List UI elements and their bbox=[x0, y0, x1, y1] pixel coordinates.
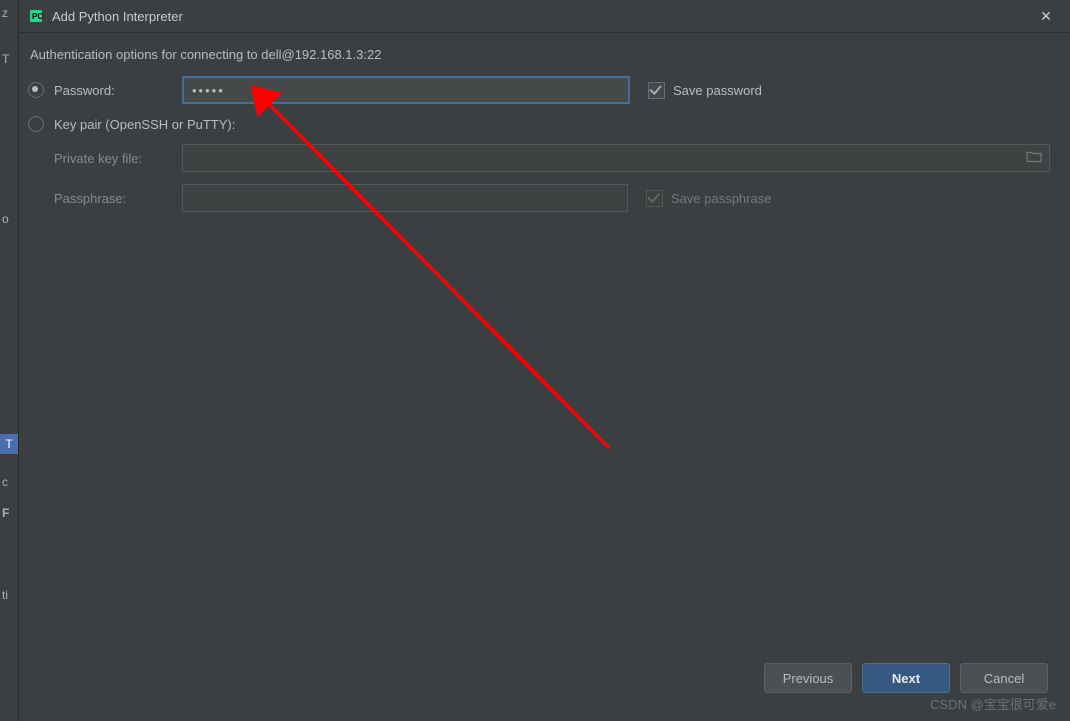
save-password-label: Save password bbox=[673, 83, 762, 98]
save-password-checkbox[interactable] bbox=[648, 82, 665, 99]
keypair-fields: Private key file: Passphrase: Save passp… bbox=[28, 144, 1050, 212]
dialog-title: Add Python Interpreter bbox=[52, 9, 1032, 24]
watermark: CSDN @宝宝很可爱e bbox=[930, 694, 1056, 713]
button-bar: Previous Next Cancel bbox=[764, 663, 1048, 693]
bg-selected: T bbox=[0, 434, 18, 454]
password-input[interactable] bbox=[182, 76, 630, 104]
folder-icon bbox=[1026, 150, 1042, 167]
password-radio[interactable] bbox=[28, 82, 44, 98]
cancel-button[interactable]: Cancel bbox=[960, 663, 1048, 693]
previous-button[interactable]: Previous bbox=[764, 663, 852, 693]
private-key-input bbox=[182, 144, 1050, 172]
bg-char: c bbox=[2, 475, 8, 489]
password-row: Password: Save password bbox=[28, 76, 1050, 104]
passphrase-row: Passphrase: Save passphrase bbox=[54, 184, 1050, 212]
bg-char: ti bbox=[2, 588, 8, 602]
background-strip: z T o T c F ti bbox=[0, 0, 19, 721]
svg-text:PC: PC bbox=[32, 12, 43, 21]
bg-char: o bbox=[2, 212, 9, 226]
bg-char: F bbox=[2, 506, 9, 520]
keypair-label: Key pair (OpenSSH or PuTTY): bbox=[54, 117, 235, 132]
private-key-label: Private key file: bbox=[54, 151, 182, 166]
auth-header: Authentication options for connecting to… bbox=[28, 47, 1050, 62]
passphrase-label: Passphrase: bbox=[54, 191, 182, 206]
bg-char: T bbox=[2, 52, 9, 66]
private-key-row: Private key file: bbox=[54, 144, 1050, 172]
keypair-row: Key pair (OpenSSH or PuTTY): bbox=[28, 116, 1050, 132]
passphrase-input bbox=[182, 184, 628, 212]
close-icon: ✕ bbox=[1040, 8, 1052, 25]
pycharm-icon: PC bbox=[28, 8, 44, 24]
save-passphrase-checkbox bbox=[646, 190, 663, 207]
titlebar: PC Add Python Interpreter ✕ bbox=[18, 0, 1070, 33]
save-passphrase-label: Save passphrase bbox=[671, 191, 771, 206]
password-label: Password: bbox=[54, 83, 182, 98]
dialog-content: Authentication options for connecting to… bbox=[18, 33, 1070, 721]
next-button[interactable]: Next bbox=[862, 663, 950, 693]
close-button[interactable]: ✕ bbox=[1032, 2, 1060, 30]
add-interpreter-dialog: PC Add Python Interpreter ✕ Authenticati… bbox=[18, 0, 1070, 721]
bg-char: z bbox=[2, 6, 8, 20]
keypair-radio[interactable] bbox=[28, 116, 44, 132]
